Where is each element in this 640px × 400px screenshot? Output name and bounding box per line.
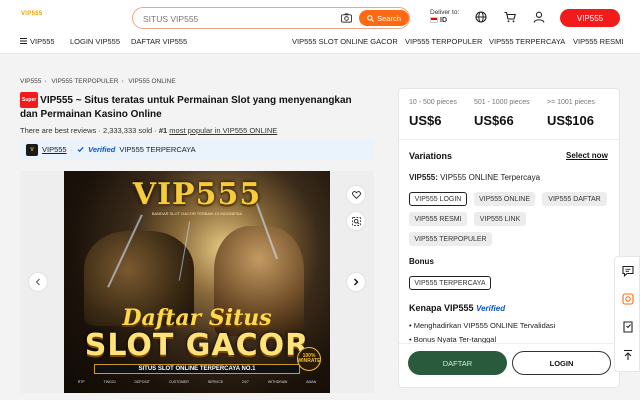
site-logo[interactable]: VIP555: [21, 11, 42, 17]
next-image-button[interactable]: [347, 273, 365, 291]
variation-label: VIP555: VIP555 ONLINE Terpercaya: [409, 173, 540, 182]
search-box: Search: [132, 7, 410, 29]
store-separator: ·: [70, 145, 74, 154]
product-title-block: Super VIP555 ~ Situs teratas untuk Permai…: [20, 92, 370, 122]
product-title: VIP555 ~ Situs teratas untuk Permainan S…: [20, 95, 352, 120]
super-badge: Super: [20, 92, 39, 108]
rank-number: #1: [158, 126, 168, 135]
deliver-country: ID: [440, 17, 447, 24]
product-banner-image[interactable]: VIP555 BANDAR SLOT GACOR TERBAIK DI INDO…: [64, 171, 330, 393]
product-gallery: VIP555 BANDAR SLOT GACOR TERBAIK DI INDO…: [20, 171, 374, 393]
store-tag: VIP555 TERPERCAYA: [119, 145, 196, 154]
action-bar: DAFTAR LOGIN: [399, 343, 619, 387]
breadcrumb-item[interactable]: VIP555: [20, 78, 41, 85]
variation-label-value: VIP555 ONLINE Terpercaya: [440, 173, 541, 182]
menu-label: VIP555: [30, 37, 55, 46]
globe-icon[interactable]: [475, 11, 487, 23]
price-tier-range: >= 1001 pieces: [547, 99, 595, 106]
chat-icon[interactable]: [622, 265, 634, 277]
camera-search-icon[interactable]: [341, 13, 352, 23]
deliver-label: Deliver to:: [430, 9, 460, 16]
why-bullet: • Menghadirkan VIP555 ONLINE Tervalidasi: [409, 321, 556, 330]
search-icon: [367, 14, 375, 22]
divider: [399, 139, 619, 140]
bonus-option[interactable]: VIP555 TERPERCAYA: [409, 276, 491, 290]
banner-ribbon: SITUS SLOT ONLINE TERPERCAYA NO.1: [94, 364, 300, 374]
why-heading-text: Kenapa VIP555: [409, 303, 474, 313]
reviews-text: There are best reviews · 2,333,333 sold …: [20, 126, 157, 135]
user-icon[interactable]: [533, 11, 545, 23]
cart-icon[interactable]: [504, 11, 516, 23]
support-icon[interactable]: [622, 293, 634, 305]
menu-item[interactable]: VIP555: [20, 37, 55, 46]
variation-option[interactable]: VIP555 DAFTAR: [542, 192, 607, 206]
favorite-button[interactable]: [347, 186, 365, 204]
variation-option[interactable]: VIP555 RESMI: [409, 212, 467, 226]
nav-link-terpopuler[interactable]: VIP555 TERPOPULER: [405, 37, 482, 46]
menu-icon: [20, 38, 27, 44]
price-tier-range: 10 - 500 pieces: [409, 99, 457, 106]
search-button-label: Search: [377, 13, 401, 23]
why-verified: Verified: [476, 304, 506, 313]
breadcrumb-separator: ›: [44, 78, 47, 85]
daftar-button[interactable]: DAFTAR: [408, 351, 507, 375]
image-search-button[interactable]: [347, 212, 365, 230]
prev-image-button[interactable]: [29, 273, 47, 291]
price-tier-price: US$6: [409, 113, 442, 128]
heart-icon: [351, 191, 361, 199]
verified-label: Verified: [88, 145, 116, 154]
search-input[interactable]: [143, 12, 323, 25]
rank-link[interactable]: most popular in VIP555 ONLINE: [169, 126, 277, 135]
select-now-link[interactable]: Select now: [566, 151, 608, 160]
image-search-icon: [351, 216, 361, 226]
nav-link-login[interactable]: LOGIN VIP555: [70, 37, 120, 46]
product-meta: There are best reviews · 2,333,333 sold …: [20, 126, 277, 135]
price-tier-range: 501 - 1000 pieces: [474, 99, 530, 106]
banner-features: RTP TINGGI DEPOSIT CUSTOMER SERVICE 24/7…: [77, 380, 317, 384]
nav-link-daftar[interactable]: DAFTAR VIP555: [131, 37, 187, 46]
store-logo[interactable]: V: [26, 143, 38, 156]
side-tool-rail: [614, 256, 640, 372]
vip555-top-button[interactable]: VIP555: [560, 9, 620, 27]
purchase-panel: 10 - 500 pieces US$6 501 - 1000 pieces U…: [398, 88, 620, 388]
breadcrumb-item[interactable]: VIP555 ONLINE: [128, 78, 175, 85]
breadcrumb: VIP555 › VIP555 TERPOPULER › VIP555 ONLINE: [20, 78, 179, 85]
banner-subtitle: BANDAR SLOT GACOR TERBAIK DI INDONESIA: [151, 211, 243, 216]
chevron-left-icon: [35, 278, 40, 286]
nav-link-terpercaya[interactable]: VIP555 TERPERCAYA: [489, 37, 565, 46]
verified-icon: [77, 146, 84, 153]
why-bullet-text: Menghadirkan VIP555 ONLINE Tervalidasi: [413, 321, 556, 330]
why-heading: Kenapa VIP555 Verified: [409, 303, 505, 313]
variation-option[interactable]: VIP555 ONLINE: [474, 192, 535, 206]
banner-line-2: SLOT GACOR: [84, 328, 310, 363]
variation-option[interactable]: VIP555 TERPOPULER: [409, 232, 492, 246]
back-to-top-icon[interactable]: [622, 349, 634, 361]
winrate-seal: 100% WINRATE: [297, 347, 321, 371]
breadcrumb-separator: ›: [121, 78, 124, 85]
top-bar: VIP555 Search Deliver to: ID VIP555: [0, 0, 640, 34]
price-tier-price: US$66: [474, 113, 514, 128]
variation-option[interactable]: VIP555 LINK: [474, 212, 526, 226]
price-tier-price: US$106: [547, 113, 594, 128]
nav-link-resmi[interactable]: VIP555 RESMI: [573, 37, 623, 46]
store-name[interactable]: VIP555: [42, 145, 67, 154]
search-button[interactable]: Search: [359, 10, 409, 26]
bonus-label: Bonus: [409, 257, 434, 266]
category-nav: VIP555 LOGIN VIP555 DAFTAR VIP555 VIP555…: [0, 34, 640, 54]
variations-heading: Variations: [409, 151, 453, 161]
chevron-right-icon: [354, 278, 359, 286]
deliver-to[interactable]: Deliver to: ID: [430, 9, 459, 25]
login-button[interactable]: LOGIN: [512, 351, 611, 375]
breadcrumb-item[interactable]: VIP555 TERPOPULER: [51, 78, 118, 85]
nav-link-slot-gacor[interactable]: VIP555 SLOT ONLINE GACOR: [292, 37, 398, 46]
feedback-icon[interactable]: [622, 321, 634, 333]
indonesia-flag-icon: [430, 17, 438, 24]
variation-option[interactable]: VIP555 LOGIN: [409, 192, 467, 206]
store-bar: V VIP555 · Verified VIP555 TERPERCAYA: [20, 139, 374, 160]
banner-title: VIP555: [132, 177, 262, 212]
variation-label-key: VIP555:: [409, 173, 438, 182]
